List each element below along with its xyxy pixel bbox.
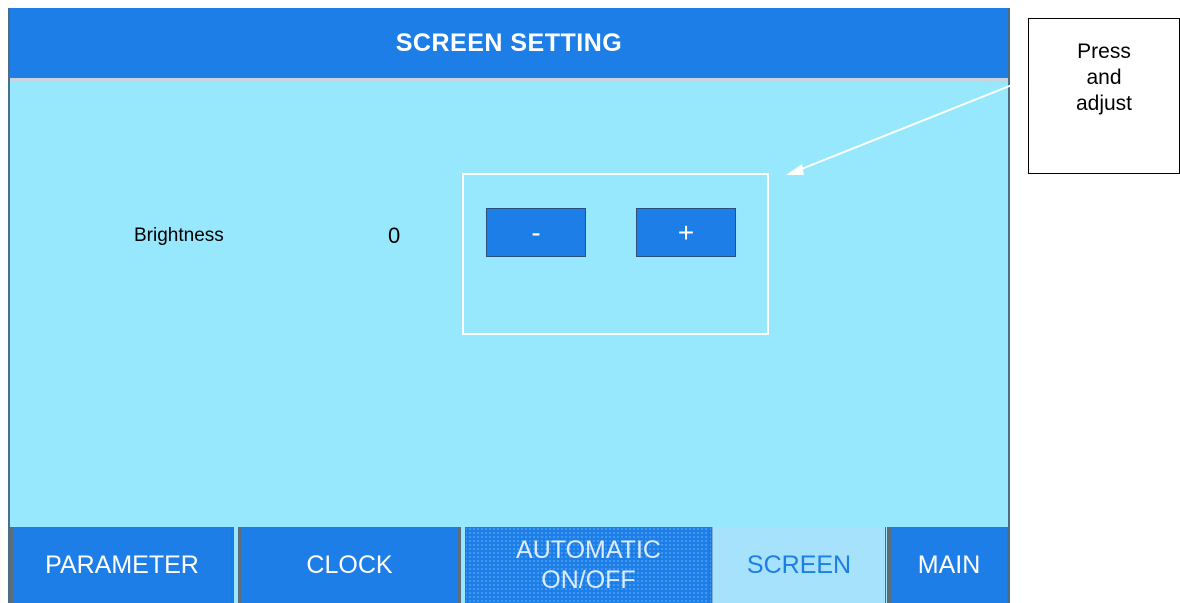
- brightness-value: 0: [388, 223, 401, 248]
- nav-automatic-label-line2: ON/OFF: [541, 566, 636, 594]
- callout-line1: Press: [1077, 40, 1131, 63]
- hmi-panel: SCREEN SETTING Brightness 0 - + PARAMETE…: [8, 8, 1010, 603]
- nav-parameter-button[interactable]: PARAMETER: [10, 527, 234, 603]
- nav-clock-button[interactable]: CLOCK: [238, 527, 461, 603]
- brightness-decrease-button[interactable]: -: [486, 208, 586, 257]
- callout-line2: and: [1086, 66, 1122, 89]
- callout-box: Press and adjust: [1028, 18, 1180, 174]
- brightness-label: Brightness: [134, 225, 224, 246]
- nav-main-button[interactable]: MAIN: [888, 527, 1008, 603]
- bottom-nav-bar: PARAMETER CLOCK AUTOMATIC ON/OFF SCREEN …: [10, 527, 1008, 603]
- nav-automatic-label-line1: AUTOMATIC: [516, 536, 661, 564]
- brightness-increase-button[interactable]: +: [636, 208, 736, 257]
- nav-automatic-onoff-button[interactable]: AUTOMATIC ON/OFF: [465, 527, 712, 603]
- callout-line3: adjust: [1075, 92, 1133, 115]
- nav-screen-button[interactable]: SCREEN: [712, 527, 888, 603]
- page-title: SCREEN SETTING: [10, 8, 1008, 81]
